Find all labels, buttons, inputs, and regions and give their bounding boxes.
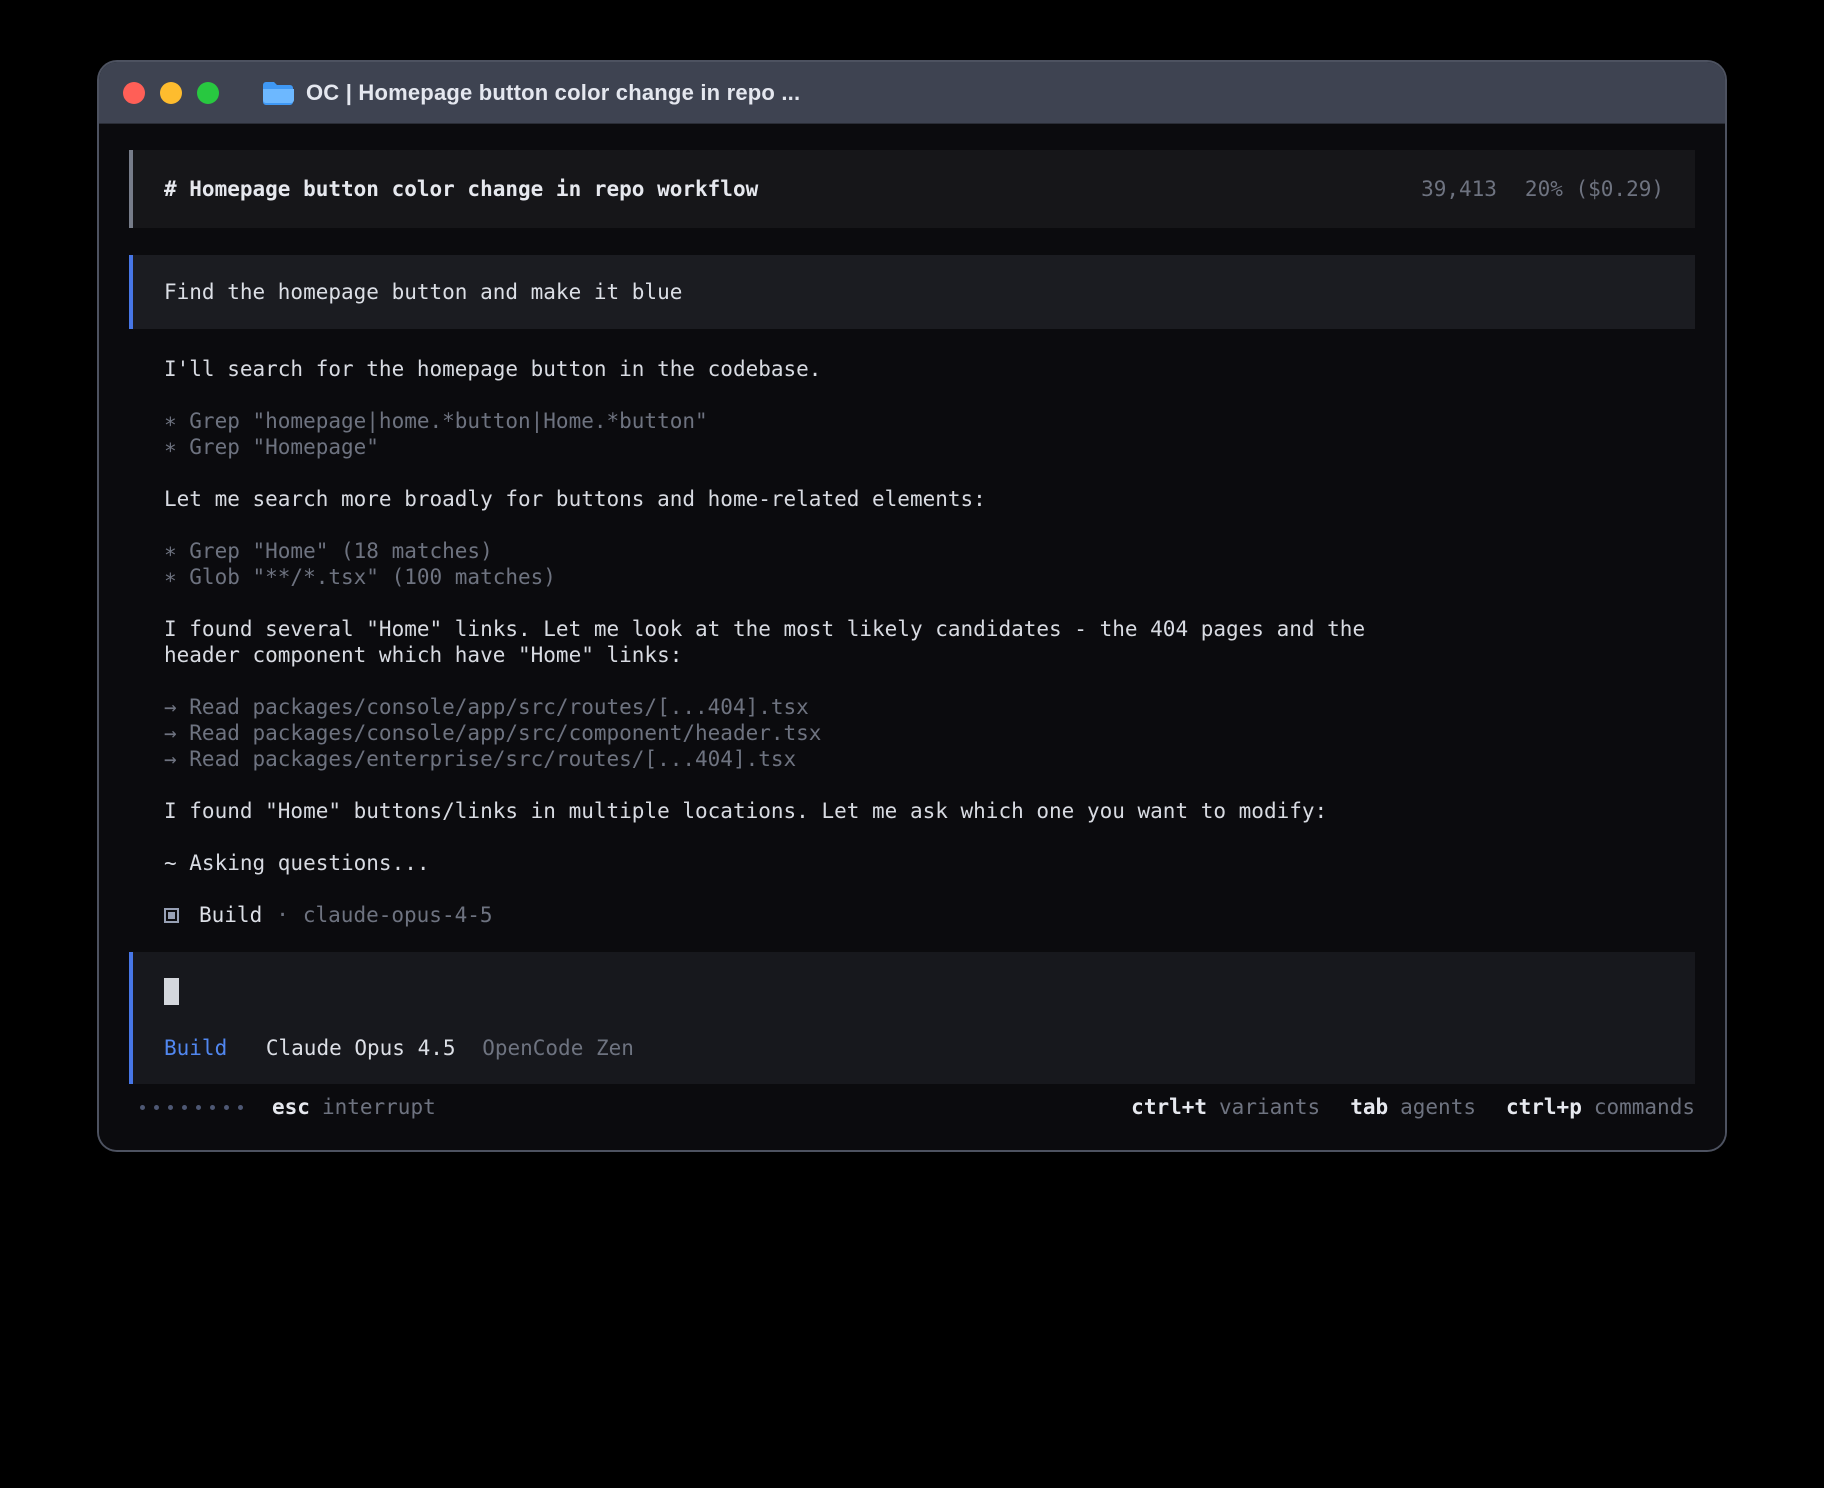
assistant-text: I found several "Home" links. Let me loo… <box>164 616 1695 668</box>
assistant-status: ~ Asking questions... <box>164 850 1695 876</box>
esc-key-hint: esc <box>272 1095 310 1119</box>
token-count: 39,413 <box>1421 177 1497 201</box>
close-window-button[interactable] <box>123 82 145 104</box>
terminal-window: OC | Homepage button color change in rep… <box>99 62 1725 1150</box>
hint-commands: ctrl+p commands <box>1506 1095 1695 1119</box>
progress-dot <box>238 1105 243 1110</box>
hint-agents: tab agents <box>1350 1095 1476 1119</box>
context-usage: 20% ($0.29) <box>1525 177 1664 201</box>
agent-row: Build · claude-opus-4-5 <box>164 902 1695 928</box>
progress-dot <box>224 1105 229 1110</box>
text-cursor <box>164 978 179 1005</box>
session-header: # Homepage button color change in repo w… <box>129 150 1695 228</box>
esc-key-label: interrupt <box>322 1095 436 1119</box>
prompt-input[interactable]: Build Claude Opus 4.5 OpenCode Zen <box>129 952 1695 1084</box>
agents-key: tab <box>1350 1095 1388 1119</box>
agent-icon <box>164 908 179 923</box>
user-message: Find the homepage button and make it blu… <box>129 255 1695 329</box>
tool-call: ∗ Grep "homepage|home.*button|Home.*butt… <box>164 408 1695 434</box>
status-right: ctrl+t variants tab agents ctrl+p comman… <box>1131 1095 1695 1119</box>
user-message-text: Find the homepage button and make it blu… <box>164 280 682 304</box>
progress-dot <box>140 1105 145 1110</box>
zoom-window-button[interactable] <box>197 82 219 104</box>
tool-call: → Read packages/console/app/src/routes/[… <box>164 694 1695 720</box>
input-model-label[interactable]: Claude Opus 4.5 <box>266 1036 456 1060</box>
commands-key: ctrl+p <box>1506 1095 1582 1119</box>
status-bar: esc interrupt ctrl+t variants tab agents… <box>129 1093 1695 1121</box>
window-title: OC | Homepage button color change in rep… <box>306 80 800 106</box>
progress-dot <box>154 1105 159 1110</box>
agent-separator: · <box>276 902 289 928</box>
input-meta: Build Claude Opus 4.5 OpenCode Zen <box>164 1035 1664 1061</box>
tool-call: → Read packages/console/app/src/componen… <box>164 720 1695 746</box>
assistant-text: Let me search more broadly for buttons a… <box>164 486 1695 512</box>
assistant-text: I'll search for the homepage button in t… <box>164 356 1695 382</box>
tool-call: ∗ Glob "**/*.tsx" (100 matches) <box>164 564 1695 590</box>
titlebar[interactable]: OC | Homepage button color change in rep… <box>99 62 1725 124</box>
agent-name: Build <box>199 902 262 928</box>
minimize-window-button[interactable] <box>160 82 182 104</box>
input-agent-label[interactable]: Build <box>164 1036 227 1060</box>
terminal-content: # Homepage button color change in repo w… <box>99 124 1725 1150</box>
tool-call: → Read packages/enterprise/src/routes/[.… <box>164 746 1695 772</box>
input-provider-label: OpenCode Zen <box>482 1036 634 1060</box>
progress-dot <box>168 1105 173 1110</box>
progress-dot <box>182 1105 187 1110</box>
progress-dot <box>196 1105 201 1110</box>
folder-icon <box>262 80 294 106</box>
variants-label: variants <box>1219 1095 1320 1119</box>
transcript: I'll search for the homepage button in t… <box>164 356 1695 876</box>
progress-dot <box>210 1105 215 1110</box>
tool-call: ∗ Grep "Homepage" <box>164 434 1695 460</box>
status-left: esc interrupt <box>140 1095 436 1119</box>
assistant-text: I found "Home" buttons/links in multiple… <box>164 798 1695 824</box>
traffic-lights <box>123 82 234 104</box>
hint-variants: ctrl+t variants <box>1131 1095 1320 1119</box>
session-stats: 39,413 20% ($0.29) <box>1421 177 1664 201</box>
variants-key: ctrl+t <box>1131 1095 1207 1119</box>
commands-label: commands <box>1594 1095 1695 1119</box>
agent-model: claude-opus-4-5 <box>303 902 493 928</box>
tool-call: ∗ Grep "Home" (18 matches) <box>164 538 1695 564</box>
agents-label: agents <box>1400 1095 1476 1119</box>
session-title: # Homepage button color change in repo w… <box>164 177 758 201</box>
